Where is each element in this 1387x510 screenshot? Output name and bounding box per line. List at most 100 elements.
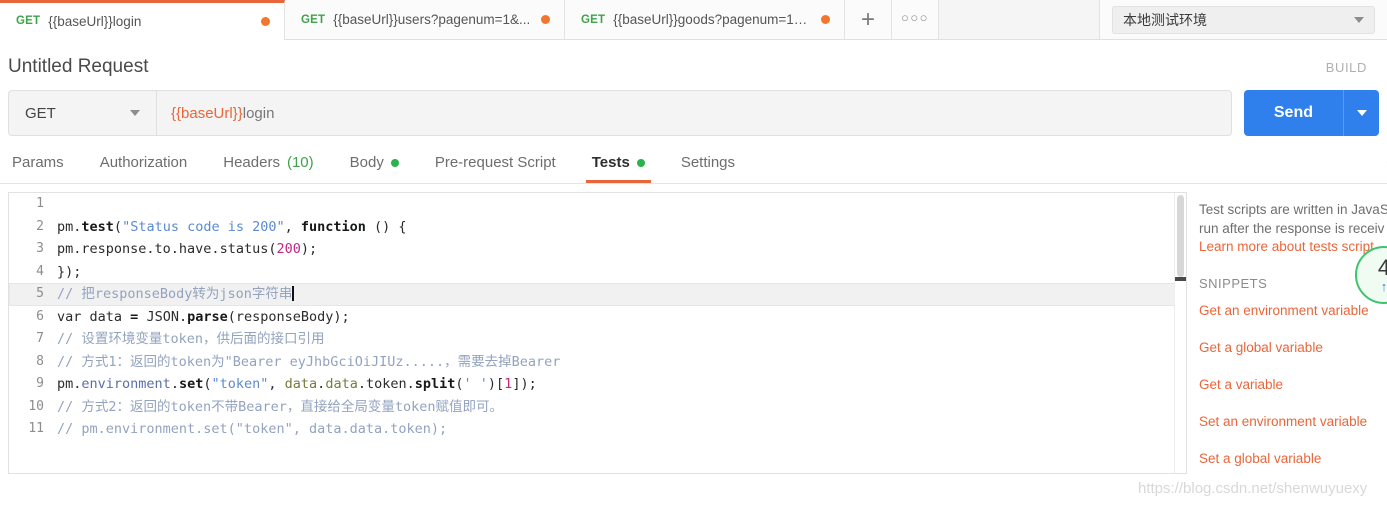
code-line[interactable]: 9 pm.environment.set("token", data.data.t… [9, 373, 1186, 396]
code-token: // 设置环境变量token，供后面的接口引用 [57, 331, 325, 347]
snippet-item-get-environment-variable[interactable]: Get an environment variable [1199, 303, 1387, 318]
tab-method-badge: GET [581, 13, 606, 26]
code-token: () { [365, 218, 407, 235]
code-token: ' ' [463, 376, 488, 392]
tab-label: Params [12, 154, 64, 171]
learn-more-link[interactable]: Learn more about tests script [1199, 239, 1387, 254]
request-tab-1[interactable]: GET {{baseUrl}}login [0, 0, 285, 40]
text-cursor [292, 286, 294, 301]
code-line[interactable]: 7 // 设置环境变量token，供后面的接口引用 [9, 328, 1186, 351]
tab-settings[interactable]: Settings [663, 154, 753, 183]
request-tab-3[interactable]: GET {{baseUrl}}goods?pagenum=1&... [565, 0, 845, 39]
tab-label: Tests [591, 154, 630, 171]
url-path-text: login [242, 104, 275, 122]
page-title[interactable]: Untitled Request [8, 56, 148, 78]
code-token: ( [455, 376, 464, 392]
code-token: status [219, 241, 269, 257]
code-token: ( [268, 241, 277, 257]
line-number: 11 [28, 421, 44, 436]
code-token: data [284, 376, 318, 392]
code-line[interactable]: 6 var data = JSON.parse(responseBody); [9, 306, 1186, 329]
url-input[interactable]: {{baseUrl}} login [156, 90, 1232, 136]
code-token: ( [113, 218, 123, 235]
code-line[interactable]: 5 // 把responseBody转为json字符串 [9, 283, 1186, 306]
line-number: 2 [36, 218, 44, 234]
editor-scrollbar-thumb[interactable] [1177, 195, 1184, 277]
code-line[interactable]: 2 pm.test("Status code is 200", function … [9, 216, 1186, 239]
snippet-item-set-environment-variable[interactable]: Set an environment variable [1199, 414, 1387, 429]
snippets-intro-line-1: Test scripts are written in JavaScr [1199, 202, 1387, 217]
tab-overflow-menu-icon[interactable]: ○○○ [892, 0, 939, 39]
code-token: .response.to.have. [73, 241, 220, 257]
tab-body[interactable]: Body [332, 154, 417, 183]
environment-zone: 本地测试环境 [1100, 0, 1387, 39]
code-token: data [325, 376, 358, 392]
code-token: function [300, 218, 366, 235]
line-number: 8 [36, 353, 44, 369]
tabbar-empty-space [939, 0, 1100, 39]
environment-selector[interactable]: 本地测试环境 [1112, 5, 1375, 34]
code-token: // 方式2：返回的token不带Bearer，直接给全局变量token赋值即可… [57, 398, 504, 415]
code-line[interactable]: 1 [9, 193, 1186, 216]
tab-pre-request-script[interactable]: Pre-request Script [417, 154, 574, 183]
tab-params[interactable]: Params [8, 154, 82, 183]
request-tab-2[interactable]: GET {{baseUrl}}users?pagenum=1&... [285, 0, 565, 39]
snippet-item-get-variable[interactable]: Get a variable [1199, 377, 1387, 392]
line-number: 4 [36, 263, 44, 279]
unsaved-indicator-dot[interactable] [821, 15, 830, 24]
tab-title: {{baseUrl}}goods?pagenum=1&... [613, 12, 813, 27]
build-link[interactable]: BUILD [1326, 60, 1367, 75]
snippet-item-get-global-variable[interactable]: Get a global variable [1199, 340, 1387, 355]
code-token: ]); [512, 376, 537, 392]
code-token: "token" [211, 376, 269, 392]
unsaved-indicator-dot[interactable] [541, 15, 550, 24]
code-token: parse [187, 308, 228, 325]
tab-method-badge: GET [16, 15, 41, 27]
tab-label: Settings [680, 154, 736, 171]
code-text: var data = JSON.parse(responseBody); [57, 306, 1186, 329]
snippets-intro-line-2: run after the response is receiv [1199, 221, 1385, 236]
code-token: set [178, 376, 204, 392]
tab-label: Headers [223, 154, 280, 171]
tab-title: {{baseUrl}}users?pagenum=1&... [333, 12, 531, 27]
code-line[interactable]: 11 // pm.environment.set("token", data.da… [9, 418, 1186, 441]
body-filled-dot-icon [390, 158, 399, 167]
code-text: }); [57, 261, 1186, 284]
url-bar-row: GET {{baseUrl}} login Send [0, 90, 1387, 136]
request-tab-bar: GET {{baseUrl}}login GET {{baseUrl}}user… [0, 0, 1387, 40]
new-tab-button[interactable]: + [845, 0, 892, 39]
http-method-selector[interactable]: GET [8, 90, 156, 136]
code-text: // 把responseBody转为json字符串 [57, 283, 1186, 306]
code-token: , [268, 376, 285, 392]
code-text: pm.test("Status code is 200", function (… [57, 216, 1186, 239]
code-text: // 方式1：返回的token为"Bearer eyJhbGciOiJIUz..… [57, 351, 1186, 374]
tab-tests[interactable]: Tests [574, 154, 663, 183]
request-section-tabs: Params Authorization Headers (10) Body P… [0, 136, 1387, 183]
code-text: pm.response.to.have.status(200); [57, 238, 1186, 261]
unsaved-indicator-dot[interactable] [261, 16, 270, 26]
chevron-down-icon [1354, 16, 1364, 23]
code-token: .token. [357, 376, 415, 392]
tests-filled-dot-icon [636, 158, 645, 167]
tab-label: Authorization [99, 154, 188, 171]
chevron-down-icon [1356, 110, 1367, 116]
tab-title: {{baseUrl}}login [48, 13, 142, 29]
code-text: // 方式2：返回的token不带Bearer，直接给全局变量token赋值即可… [57, 396, 1186, 419]
code-token: pm [57, 376, 74, 392]
code-line[interactable]: 8 // 方式1：返回的token为"Bearer eyJhbGciOiJIUz.… [9, 351, 1186, 374]
tab-authorization[interactable]: Authorization [82, 154, 206, 183]
code-line[interactable]: 3 pm.response.to.have.status(200); [9, 238, 1186, 261]
code-line[interactable]: 4}); [9, 261, 1186, 284]
code-line[interactable]: 10 // 方式2：返回的token不带Bearer，直接给全局变量token赋值… [9, 396, 1186, 419]
tests-code-editor[interactable]: 1 2 pm.test("Status code is 200", function… [8, 192, 1187, 474]
snippet-item-set-global-variable[interactable]: Set a global variable [1199, 451, 1387, 466]
code-text: pm.environment.set("token", data.data.to… [57, 373, 1186, 396]
tab-headers[interactable]: Headers (10) [205, 154, 331, 183]
tests-pane: 1 2 pm.test("Status code is 200", function… [0, 184, 1387, 474]
code-token: "Status code is 200" [122, 218, 285, 235]
send-button[interactable]: Send [1243, 90, 1343, 136]
line-number: 3 [36, 241, 44, 256]
editor-vertical-scrollbar[interactable] [1174, 193, 1186, 473]
line-number: 5 [36, 286, 44, 301]
send-options-button[interactable] [1343, 90, 1379, 136]
